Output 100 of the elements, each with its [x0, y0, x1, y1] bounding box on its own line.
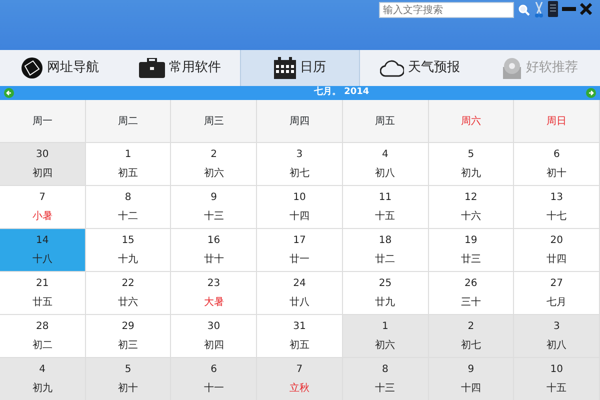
day-number: 10 — [293, 191, 306, 205]
day-cell[interactable]: 3 初七 — [257, 143, 343, 186]
lunar-date: 初六 — [375, 338, 396, 353]
lunar-date: 初八 — [375, 166, 396, 181]
lunar-date: 三十 — [460, 296, 481, 310]
cloud-icon — [380, 59, 404, 77]
day-cell[interactable]: 5 初九 — [428, 143, 514, 186]
day-number: 8 — [124, 191, 132, 205]
lunar-date: 廿三 — [460, 252, 481, 267]
day-number: 12 — [464, 191, 478, 205]
day-cell[interactable]: 30 初四 — [0, 143, 86, 186]
month-title: 七月。 2014 — [314, 86, 370, 100]
document-icon[interactable] — [548, 1, 558, 17]
day-cell[interactable]: 12 十六 — [428, 186, 514, 229]
day-number: 8 — [382, 363, 388, 377]
lunar-date: 小暑 — [32, 210, 52, 224]
day-cell[interactable]: 18 廿二 — [342, 229, 429, 272]
day-number: 30 — [207, 320, 220, 334]
lunar-date: 十三 — [204, 210, 224, 224]
day-cell[interactable]: 16 廿十 — [171, 229, 258, 272]
day-cell[interactable]: 17 廿一 — [257, 229, 343, 272]
day-number: 27 — [550, 277, 563, 291]
day-number: 29 — [122, 320, 134, 334]
lunar-date: 廿二 — [375, 252, 396, 267]
day-cell[interactable]: 4 初八 — [342, 143, 429, 186]
day-cell[interactable]: 21 廿五 — [0, 272, 86, 315]
tab[interactable]: 常用软件 — [120, 50, 240, 86]
lunar-date: 十八 — [32, 252, 52, 267]
weekday-header: 周日 — [514, 100, 600, 143]
weekday-header: 周一 — [0, 100, 86, 143]
day-number: 21 — [36, 277, 49, 291]
lunar-date: 十五 — [546, 382, 567, 396]
day-cell[interactable]: 1 初六 — [342, 315, 429, 358]
day-cell[interactable]: 2 初六 — [171, 143, 258, 186]
lunar-date: 初四 — [204, 338, 224, 353]
day-cell[interactable]: 6 初十 — [514, 143, 600, 186]
lunar-date: 廿四 — [546, 252, 567, 267]
day-number: 6 — [553, 148, 560, 162]
day-cell[interactable]: 24 廿八 — [257, 272, 343, 315]
day-number: 2 — [468, 320, 474, 334]
lunar-date: 大暑 — [204, 296, 224, 310]
day-cell[interactable]: 23 大暑 — [171, 272, 258, 315]
globe-icon — [21, 57, 43, 79]
day-cell[interactable]: 5 初十 — [86, 358, 172, 400]
day-number: 1 — [124, 148, 132, 162]
day-cell[interactable]: 13 十七 — [514, 186, 600, 229]
lunar-date: 初六 — [204, 166, 224, 181]
scissors-icon[interactable] — [534, 2, 544, 18]
day-number: 31 — [293, 320, 306, 334]
weekday-header: 周三 — [171, 100, 258, 143]
day-cell[interactable]: 6 十一 — [171, 358, 258, 400]
day-cell[interactable]: 14 十八 — [0, 229, 86, 272]
day-cell[interactable]: 9 十三 — [171, 186, 258, 229]
day-number: 14 — [36, 234, 49, 248]
tab[interactable]: 网址导航 — [0, 50, 120, 86]
lunar-date: 廿八 — [289, 296, 310, 310]
day-cell[interactable]: 3 初八 — [514, 315, 600, 358]
toolbox-icon — [139, 58, 165, 78]
day-cell[interactable]: 19 廿三 — [428, 229, 514, 272]
lunar-date: 十二 — [118, 210, 138, 224]
previous-icon[interactable] — [4, 88, 14, 98]
lunar-date: 初七 — [289, 166, 310, 181]
day-number: 16 — [207, 234, 220, 248]
day-cell[interactable]: 22 廿六 — [86, 272, 172, 315]
day-cell[interactable]: 8 十三 — [342, 358, 429, 400]
day-number: 4 — [382, 148, 388, 162]
lunar-date: 十六 — [460, 210, 481, 224]
day-number: 24 — [293, 277, 306, 291]
day-cell[interactable]: 9 十四 — [428, 358, 514, 400]
day-cell[interactable]: 1 初五 — [86, 143, 172, 186]
day-cell[interactable]: 10 十五 — [514, 358, 600, 400]
lunar-date: 十七 — [546, 210, 567, 224]
next-icon[interactable] — [586, 88, 596, 98]
day-cell[interactable]: 15 十九 — [86, 229, 172, 272]
lunar-date: 廿十 — [204, 252, 224, 267]
day-number: 1 — [382, 320, 388, 334]
day-cell[interactable]: 7 立秋 — [257, 358, 343, 400]
lunar-date: 初八 — [546, 338, 567, 353]
search-icon[interactable] — [518, 4, 530, 16]
search-field[interactable]: 输入文字搜索 — [379, 2, 514, 18]
tab[interactable]: 天气预报 — [360, 50, 480, 86]
day-number: 5 — [468, 148, 474, 162]
day-cell[interactable]: 11 十五 — [342, 186, 429, 229]
lunar-date: 十三 — [375, 382, 396, 396]
day-number: 11 — [378, 191, 392, 205]
day-cell[interactable]: 2 初七 — [428, 315, 514, 358]
day-number: 3 — [553, 320, 560, 334]
weekday-header: 周六 — [428, 100, 514, 143]
lunar-date: 十九 — [118, 252, 138, 267]
lunar-date: 初五 — [289, 338, 310, 353]
day-cell[interactable]: 20 廿四 — [514, 229, 600, 272]
lunar-date: 初七 — [460, 338, 481, 353]
tab[interactable]: 日历 — [240, 50, 360, 86]
day-cell[interactable]: 4 初九 — [0, 358, 86, 400]
day-cell[interactable]: 10 十四 — [257, 186, 343, 229]
day-cell[interactable]: 8 十二 — [86, 186, 172, 229]
close-icon[interactable] — [580, 3, 592, 15]
day-number: 5 — [124, 363, 132, 377]
lunar-date: 十四 — [460, 382, 481, 396]
day-number: 26 — [464, 277, 478, 291]
